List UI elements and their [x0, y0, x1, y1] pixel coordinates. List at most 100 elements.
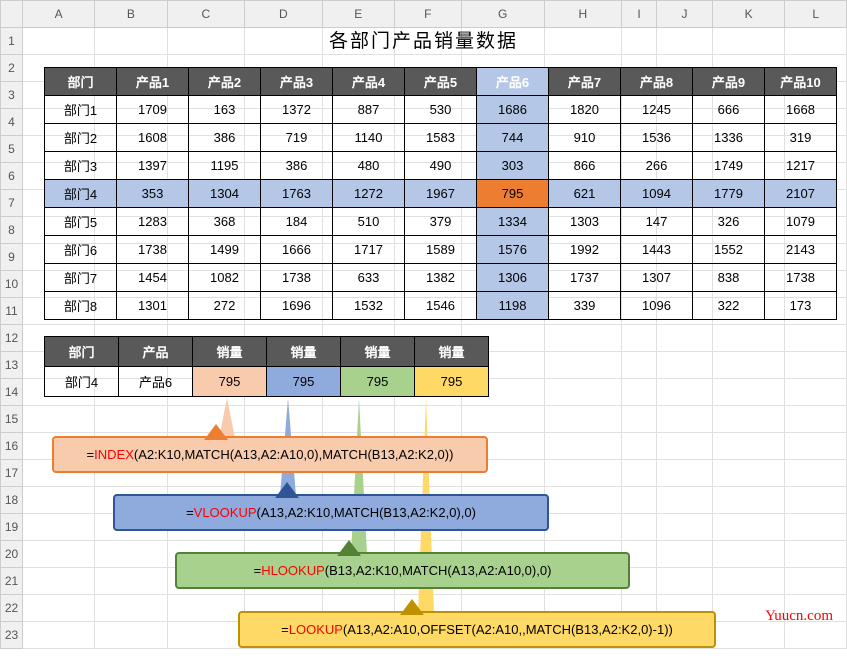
cell[interactable]	[713, 460, 785, 487]
cell[interactable]	[622, 460, 657, 487]
table-header: 产品1	[117, 68, 189, 96]
row-header-18[interactable]: 18	[1, 487, 23, 514]
cell[interactable]	[544, 487, 622, 514]
cell[interactable]	[23, 514, 95, 541]
table-cell: 1666	[261, 236, 333, 264]
cell[interactable]	[785, 541, 847, 568]
cell[interactable]	[713, 433, 785, 460]
table-cell: 163	[189, 96, 261, 124]
cell[interactable]	[95, 622, 167, 649]
table-cell: 1749	[693, 152, 765, 180]
table-cell: 1536	[621, 124, 693, 152]
table-cell: 2107	[765, 180, 837, 208]
table-cell: 1245	[621, 96, 693, 124]
table-cell: 1304	[189, 180, 261, 208]
table-cell: 480	[333, 152, 405, 180]
cell[interactable]	[622, 433, 657, 460]
formula-callout-lookup: =LOOKUP(A13,A2:A10,OFFSET(A2:A10,,MATCH(…	[238, 611, 716, 648]
cell[interactable]	[785, 487, 847, 514]
table-cell: 部门1	[45, 96, 117, 124]
cell[interactable]	[23, 622, 95, 649]
cell[interactable]	[23, 487, 95, 514]
table-cell: 1668	[765, 96, 837, 124]
cell[interactable]	[95, 541, 167, 568]
cell[interactable]	[713, 514, 785, 541]
table-cell: 1967	[405, 180, 477, 208]
cell[interactable]	[544, 514, 622, 541]
row-header-21[interactable]: 21	[1, 568, 23, 595]
row-header-16[interactable]: 16	[1, 433, 23, 460]
table-cell: 1303	[549, 208, 621, 236]
cell[interactable]	[167, 595, 245, 622]
row-header-23[interactable]: 23	[1, 622, 23, 649]
cell[interactable]	[785, 568, 847, 595]
cell[interactable]	[713, 568, 785, 595]
row-header-20[interactable]: 20	[1, 541, 23, 568]
cell[interactable]	[544, 433, 622, 460]
table-cell: 1306	[477, 264, 549, 292]
lookup-header: 销量	[341, 337, 415, 367]
table-cell: 490	[405, 152, 477, 180]
lookup-header: 销量	[415, 337, 489, 367]
table-cell: 266	[621, 152, 693, 180]
table-cell: 386	[261, 152, 333, 180]
cell[interactable]	[23, 541, 95, 568]
cell[interactable]	[785, 406, 847, 433]
data-table: 部门产品1产品2产品3产品4产品5产品6产品7产品8产品9产品10部门11709…	[44, 67, 837, 320]
row-header-22[interactable]: 22	[1, 595, 23, 622]
cell[interactable]	[622, 514, 657, 541]
cell[interactable]	[23, 568, 95, 595]
cell[interactable]	[23, 595, 95, 622]
cell[interactable]	[95, 595, 167, 622]
row-header-19[interactable]: 19	[1, 514, 23, 541]
cell[interactable]	[622, 487, 657, 514]
cell[interactable]	[713, 406, 785, 433]
cell[interactable]	[785, 460, 847, 487]
cell[interactable]	[95, 568, 167, 595]
cell[interactable]	[461, 406, 544, 433]
cell[interactable]	[544, 460, 622, 487]
table-cell: 838	[693, 264, 765, 292]
table-cell: 部门3	[45, 152, 117, 180]
table-cell: 部门5	[45, 208, 117, 236]
table-cell: 1307	[621, 264, 693, 292]
cell[interactable]	[656, 514, 712, 541]
table-cell: 1686	[477, 96, 549, 124]
cell[interactable]	[656, 406, 712, 433]
cell[interactable]	[544, 406, 622, 433]
cell[interactable]	[713, 622, 785, 649]
table-cell: 1608	[117, 124, 189, 152]
table-header: 部门	[45, 68, 117, 96]
table-cell: 719	[261, 124, 333, 152]
cell[interactable]	[713, 487, 785, 514]
table-cell: 1552	[693, 236, 765, 264]
table-cell: 621	[549, 180, 621, 208]
cell[interactable]	[656, 487, 712, 514]
row-header-15[interactable]: 15	[1, 406, 23, 433]
cell[interactable]	[785, 514, 847, 541]
cell[interactable]	[656, 433, 712, 460]
table-cell: 326	[693, 208, 765, 236]
table-header: 产品8	[621, 68, 693, 96]
table-cell: 部门2	[45, 124, 117, 152]
cell[interactable]	[656, 541, 712, 568]
cell[interactable]	[656, 568, 712, 595]
table-cell: 部门7	[45, 264, 117, 292]
cell[interactable]	[785, 622, 847, 649]
table-cell: 303	[477, 152, 549, 180]
cell[interactable]	[622, 406, 657, 433]
table-cell: 1336	[693, 124, 765, 152]
cell[interactable]	[713, 541, 785, 568]
cell[interactable]	[785, 433, 847, 460]
cell[interactable]	[23, 406, 95, 433]
table-cell: 353	[117, 180, 189, 208]
cell[interactable]	[95, 406, 167, 433]
cell[interactable]	[656, 460, 712, 487]
table-cell: 1738	[261, 264, 333, 292]
cell[interactable]	[167, 622, 245, 649]
table-cell: 368	[189, 208, 261, 236]
row-header-17[interactable]: 17	[1, 460, 23, 487]
table-cell: 1217	[765, 152, 837, 180]
formula-callout-vlookup: =VLOOKUP(A13,A2:K10,MATCH(B13,A2:K2,0),0…	[113, 494, 549, 531]
watermark: Yuucn.com	[765, 608, 833, 625]
